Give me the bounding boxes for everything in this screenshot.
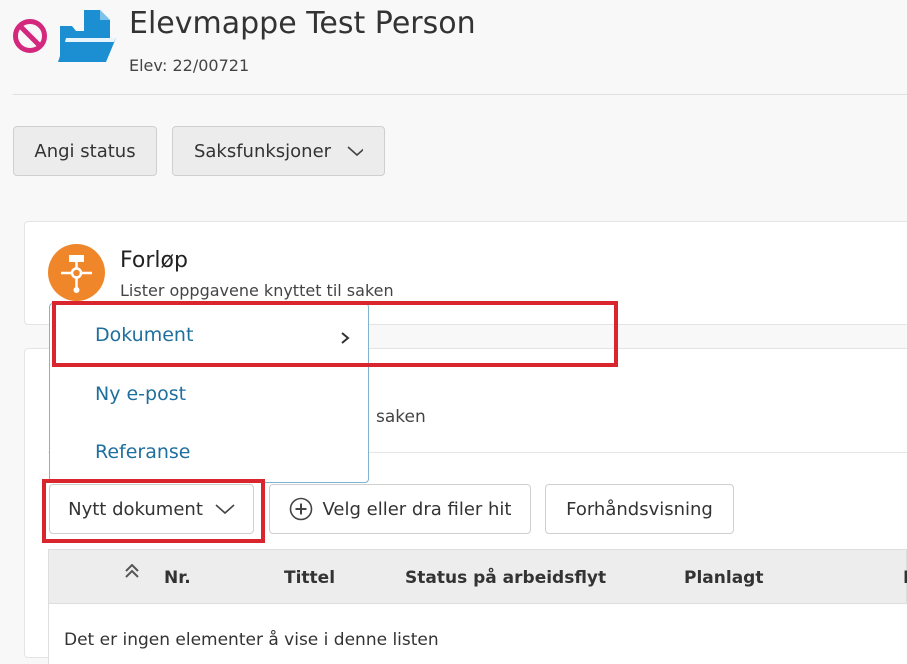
menu-item-document[interactable]: Dokument bbox=[95, 324, 193, 346]
header-divider bbox=[13, 94, 907, 95]
column-planned[interactable]: Planlagt bbox=[684, 568, 763, 588]
column-workflow-status[interactable]: Status på arbeidsflyt bbox=[405, 568, 606, 588]
column-next[interactable]: I bbox=[903, 568, 907, 588]
column-number[interactable]: Nr. bbox=[164, 568, 191, 588]
case-functions-label: Saksfunksjoner bbox=[193, 140, 332, 162]
empty-list-message: Det er ingen elementer å vise i denne li… bbox=[64, 630, 439, 650]
column-title[interactable]: Tittel bbox=[284, 568, 335, 588]
add-circle-icon bbox=[289, 497, 312, 521]
page-title: Elevmappe Test Person bbox=[129, 6, 476, 41]
workflow-icon bbox=[48, 244, 105, 301]
menu-item-new-email[interactable]: Ny e-post bbox=[95, 383, 186, 405]
documents-subtitle: saken bbox=[376, 407, 426, 427]
collapse-all-icon[interactable] bbox=[125, 564, 139, 578]
upload-files-label: Velg eller dra filer hit bbox=[322, 498, 512, 520]
set-status-label: Angi status bbox=[34, 140, 136, 162]
upload-files-button[interactable]: Velg eller dra filer hit bbox=[269, 484, 531, 534]
menu-item-reference[interactable]: Referanse bbox=[95, 441, 191, 463]
new-document-menu: Dokument Ny e-post Referanse bbox=[49, 303, 369, 483]
new-document-label: Nytt dokument bbox=[68, 498, 203, 520]
table-header: Nr. Tittel Status på arbeidsflyt Planlag… bbox=[48, 549, 907, 604]
case-number: Elev: 22/00721 bbox=[129, 56, 250, 75]
preview-button[interactable]: Forhåndsvisning bbox=[545, 484, 734, 534]
forlop-subtitle: Lister oppgavene knyttet til saken bbox=[120, 281, 394, 300]
case-functions-button[interactable]: Saksfunksjoner bbox=[172, 126, 385, 176]
chevron-down-icon bbox=[347, 146, 364, 157]
no-entry-icon bbox=[13, 19, 47, 53]
chevron-right-icon bbox=[341, 332, 350, 344]
new-document-button[interactable]: Nytt dokument bbox=[49, 484, 254, 534]
set-status-button[interactable]: Angi status bbox=[13, 126, 157, 176]
preview-label: Forhåndsvisning bbox=[566, 498, 713, 520]
forlop-title: Forløp bbox=[120, 248, 188, 273]
chevron-down-icon bbox=[215, 504, 235, 515]
folder-icon bbox=[58, 10, 116, 62]
